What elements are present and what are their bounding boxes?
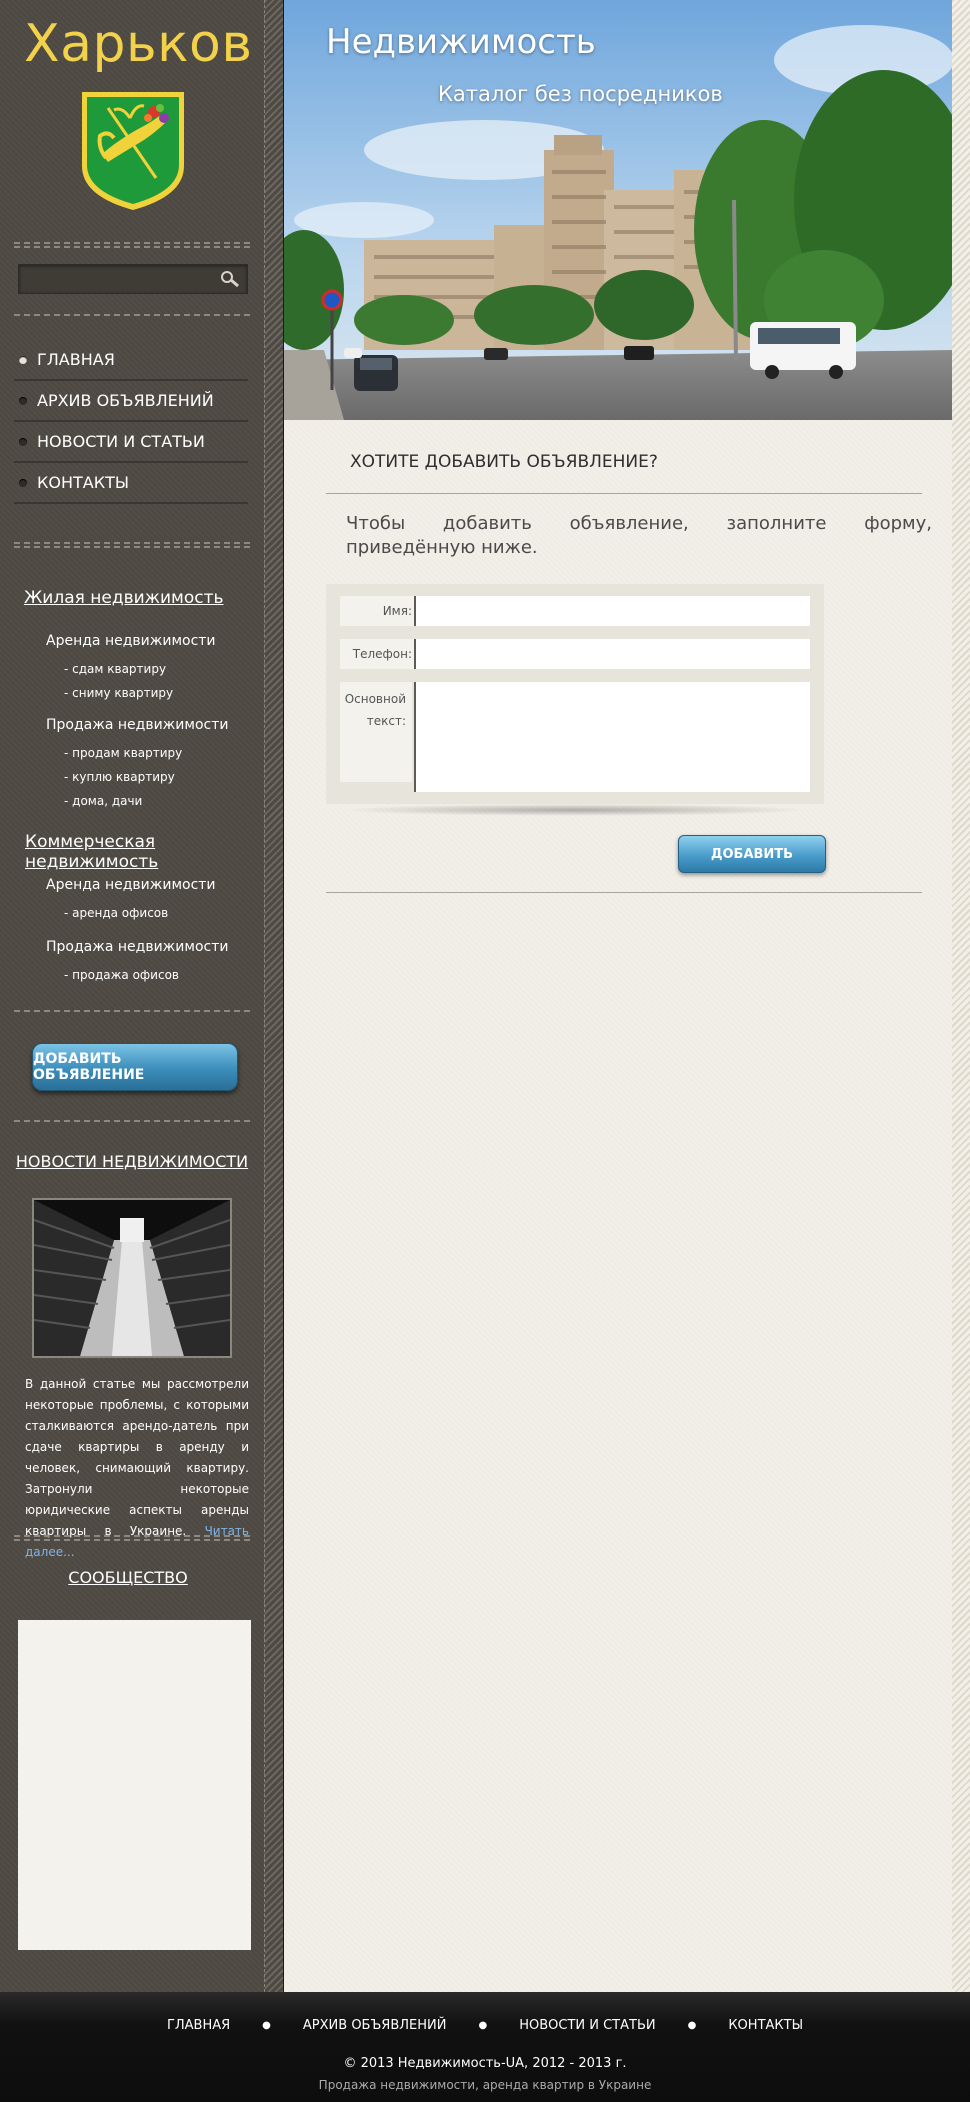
community-title[interactable]: СООБЩЕСТВО xyxy=(0,1568,256,1587)
separator-icon: ● xyxy=(478,2020,488,2031)
link-sell-apartment[interactable]: - продам квартиру xyxy=(64,746,182,760)
name-label: Имя: xyxy=(340,596,418,626)
news-image[interactable] xyxy=(32,1198,232,1358)
add-ad-button[interactable]: ДОБАВИТЬ ОБЪЯВЛЕНИЕ xyxy=(32,1043,238,1091)
divider xyxy=(14,542,250,544)
news-section-title[interactable]: НОВОСТИ НЕДВИЖИМОСТИ xyxy=(0,1152,264,1171)
footer: ГЛАВНАЯ ● АРХИВ ОБЪЯВЛЕНИЙ ● НОВОСТИ И С… xyxy=(0,1992,970,2102)
copyright: © 2013 Недвижимость-UA, 2012 - 2013 г. xyxy=(343,2056,627,2071)
footer-link-news[interactable]: НОВОСТИ И СТАТЬИ xyxy=(519,2018,655,2033)
community-widget[interactable] xyxy=(18,1620,251,1950)
site-slogan: Каталог без посредников xyxy=(438,82,723,106)
bullet-icon xyxy=(19,355,27,364)
subcategory-rent-link[interactable]: Аренда недвижимости xyxy=(46,633,216,649)
menu-item-label: АРХИВ ОБЪЯВЛЕНИЙ xyxy=(37,391,214,410)
divider xyxy=(14,242,250,244)
footer-link-archive[interactable]: АРХИВ ОБЪЯВЛЕНИЙ xyxy=(303,2018,447,2033)
menu-item-label: НОВОСТИ И СТАТЬИ xyxy=(37,432,205,451)
footer-tagline: Продажа недвижимости, аренда квартир в У… xyxy=(318,2078,652,2092)
menu-item-archive[interactable]: АРХИВ ОБЪЯВЛЕНИЙ xyxy=(14,381,248,422)
link-office-rent[interactable]: - аренда офисов xyxy=(64,906,168,920)
subcategory-sale-link[interactable]: Продажа недвижимости xyxy=(46,717,228,733)
phone-label: Телефон: xyxy=(340,639,418,669)
library-photo xyxy=(34,1200,230,1356)
separator-icon: ● xyxy=(262,2020,271,2031)
header-banner: Недвижимость Каталог без посредников xyxy=(284,0,952,420)
name-field[interactable] xyxy=(414,596,810,626)
link-office-sale[interactable]: - продажа офисов xyxy=(64,968,179,982)
sidebar-border xyxy=(264,0,283,1992)
link-houses[interactable]: - дома, дачи xyxy=(64,794,142,808)
search-icon[interactable] xyxy=(219,269,241,289)
category-commercial-link[interactable]: Коммерческая недвижимость xyxy=(25,832,282,872)
site-name: Недвижимость xyxy=(326,22,596,62)
divider xyxy=(14,1535,250,1537)
main-menu: ГЛАВНАЯ АРХИВ ОБЪЯВЛЕНИЙ НОВОСТИ И СТАТЬ… xyxy=(14,340,248,504)
form-shadow xyxy=(340,804,810,816)
menu-item-label: ГЛАВНАЯ xyxy=(37,350,115,369)
subcategory-rent-link[interactable]: Аренда недвижимости xyxy=(46,877,216,893)
bullet-icon xyxy=(19,478,27,487)
subcategory-sale-link[interactable]: Продажа недвижимости xyxy=(46,939,228,955)
menu-item-label: КОНТАКТЫ xyxy=(37,473,129,492)
separator-icon: ● xyxy=(687,2020,697,2031)
category-residential-link[interactable]: Жилая недвижимость xyxy=(24,588,224,608)
page-heading: ХОТИТЕ ДОБАВИТЬ ОБЪЯВЛЕНИЕ? xyxy=(350,452,658,472)
city-title: Харьков xyxy=(24,14,253,74)
right-border xyxy=(952,0,970,1992)
city-photo xyxy=(284,0,952,420)
main-text-field[interactable] xyxy=(414,682,810,792)
news-excerpt-text: В данной статье мы рассмотрели некоторые… xyxy=(25,1377,249,1538)
divider xyxy=(326,493,922,494)
footer-nav: ГЛАВНАЯ ● АРХИВ ОБЪЯВЛЕНИЙ ● НОВОСТИ И С… xyxy=(0,2018,970,2033)
text-label: Основной текст: xyxy=(340,682,412,782)
search-input[interactable] xyxy=(25,269,209,291)
link-rent-apartment[interactable]: - сниму квартиру xyxy=(64,686,173,700)
menu-item-home[interactable]: ГЛАВНАЯ xyxy=(14,340,248,381)
footer-link-contacts[interactable]: КОНТАКТЫ xyxy=(728,2018,803,2033)
submit-button[interactable]: ДОБАВИТЬ xyxy=(678,835,826,873)
divider xyxy=(14,1539,250,1541)
phone-field[interactable] xyxy=(414,639,810,669)
coat-of-arms-logo xyxy=(82,92,184,210)
sidebar: Харьков ГЛАВНАЯ АРХИВ ОБЪЯВЛЕНИЙ НОВОСТИ… xyxy=(0,0,282,1992)
divider xyxy=(14,1120,250,1122)
bullet-icon xyxy=(19,396,27,405)
menu-item-news[interactable]: НОВОСТИ И СТАТЬИ xyxy=(14,422,248,463)
intro-text: Чтобы добавить объявление, заполните фор… xyxy=(346,513,932,558)
footer-link-home[interactable]: ГЛАВНАЯ xyxy=(167,2018,230,2033)
menu-item-contacts[interactable]: КОНТАКТЫ xyxy=(14,463,248,504)
divider xyxy=(14,546,250,548)
bullet-icon xyxy=(19,437,27,446)
main-content: ХОТИТЕ ДОБАВИТЬ ОБЪЯВЛЕНИЕ? Чтобы добави… xyxy=(284,420,952,1992)
divider xyxy=(326,892,922,893)
link-rent-out-apartment[interactable]: - сдам квартиру xyxy=(64,662,166,676)
divider xyxy=(14,314,250,316)
divider xyxy=(14,1010,250,1012)
divider xyxy=(14,246,250,248)
search-box xyxy=(18,264,248,294)
link-buy-apartment[interactable]: - куплю квартиру xyxy=(64,770,175,784)
